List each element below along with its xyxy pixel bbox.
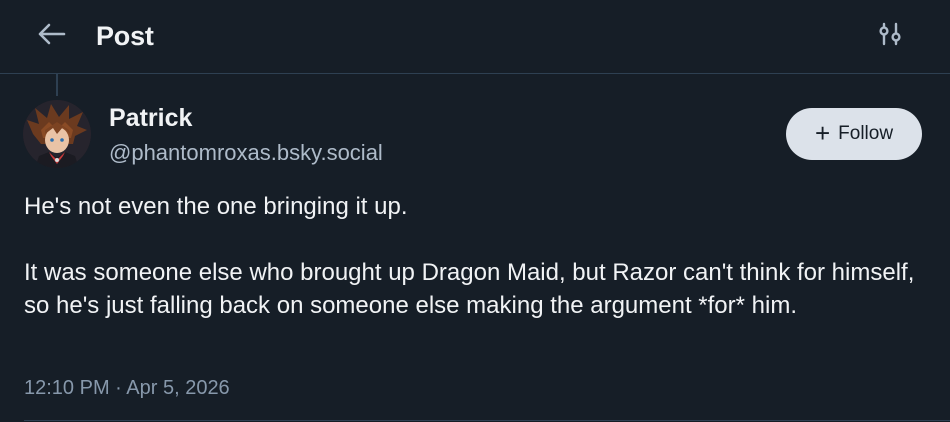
author-name[interactable]: Patrick: [109, 102, 192, 134]
thread-connector-line: [56, 74, 58, 96]
avatar[interactable]: [23, 100, 91, 168]
arrow-left-icon: [36, 22, 66, 51]
post-paragraph: It was someone else who brought up Drago…: [24, 259, 915, 319]
thread-settings-button[interactable]: [868, 16, 912, 56]
follow-button-label: Follow: [838, 123, 894, 144]
back-button[interactable]: [28, 16, 74, 56]
divider: [24, 420, 950, 421]
page-title: Post: [96, 21, 154, 51]
plus-icon: +: [814, 118, 831, 148]
author-handle[interactable]: @phantomroxas.bsky.social: [109, 138, 383, 168]
post-timestamp[interactable]: 12:10 PM · Apr 5, 2026: [24, 374, 230, 402]
post-paragraph: He's not even the one bringing it up.: [24, 193, 408, 220]
post-header: Post: [0, 0, 950, 74]
sliders-icon: [877, 21, 903, 52]
post-text: He's not even the one bringing it up. It…: [24, 190, 924, 322]
follow-button[interactable]: + Follow: [786, 108, 922, 160]
